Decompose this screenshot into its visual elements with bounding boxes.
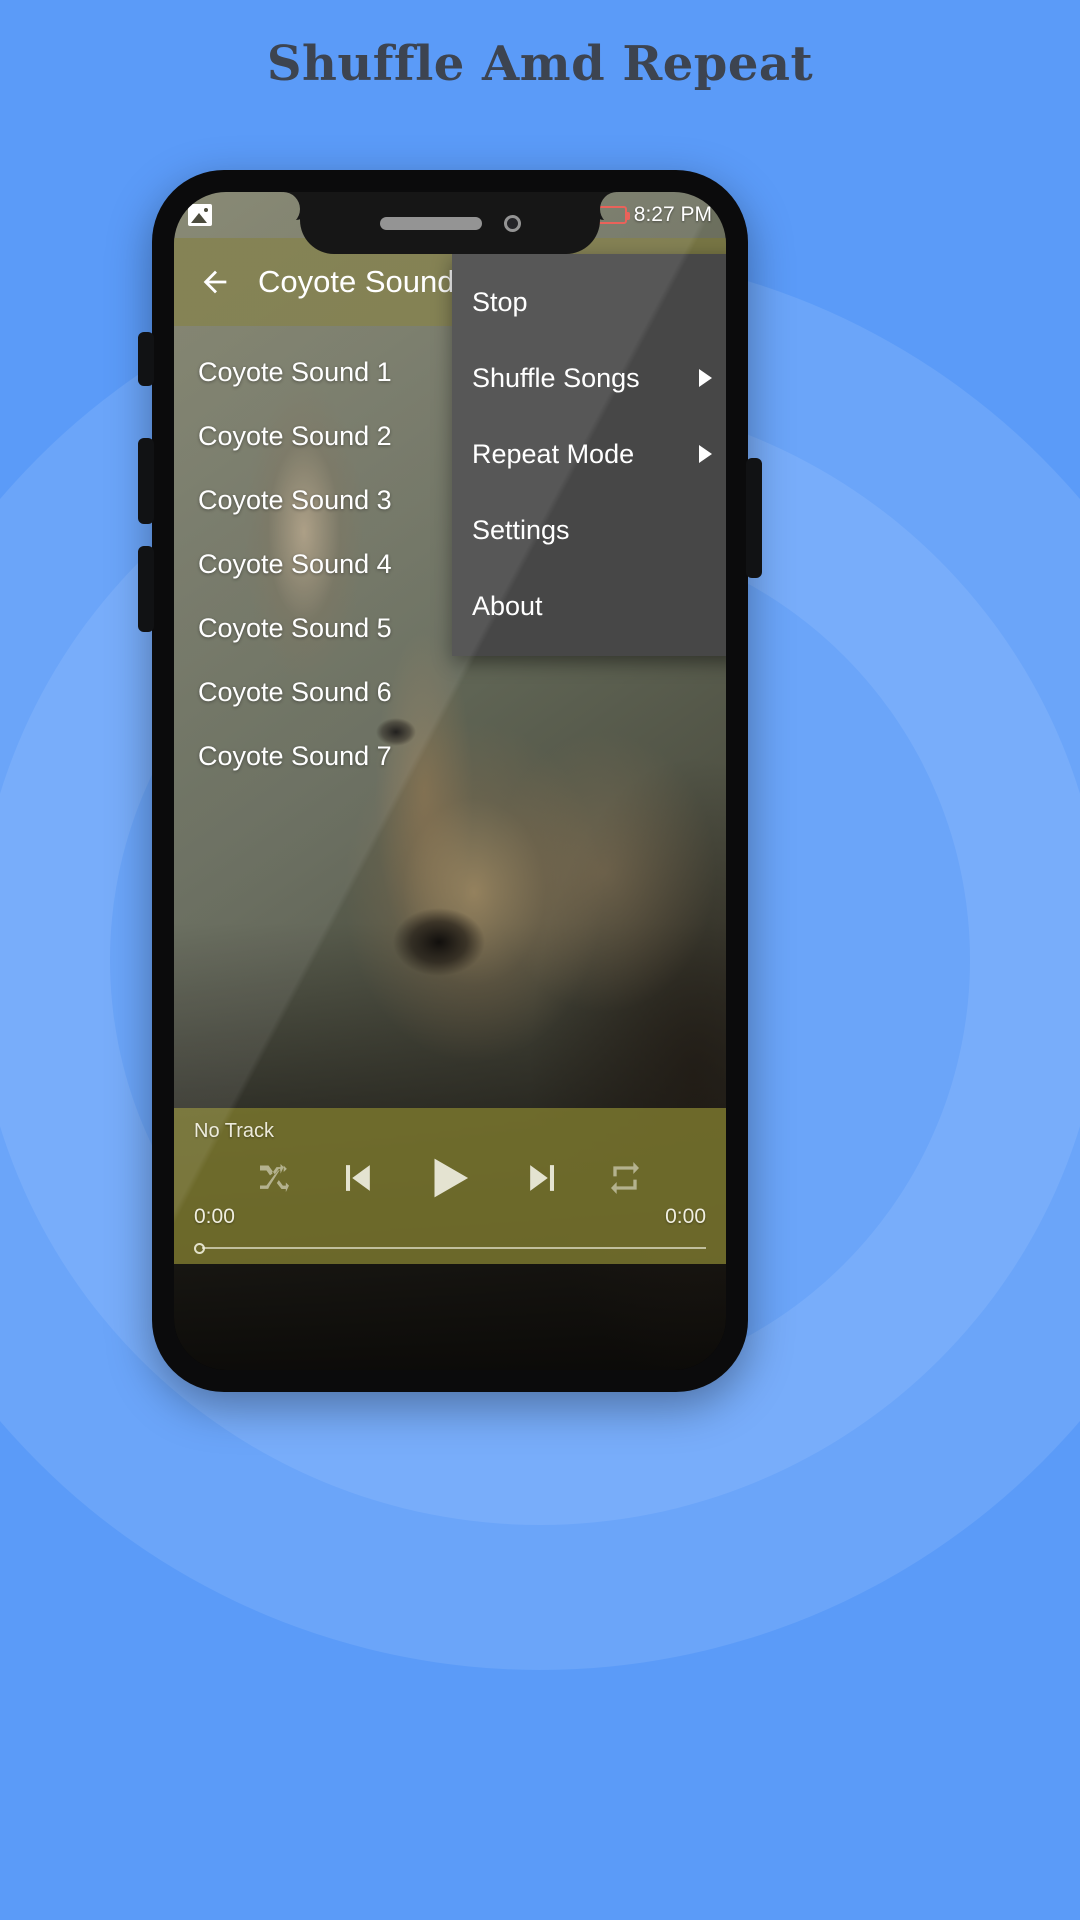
menu-item-repeat-mode[interactable]: Repeat Mode (452, 416, 726, 492)
earpiece-speaker (379, 216, 482, 230)
player-track-title: No Track (194, 1120, 275, 1142)
seek-thumb[interactable] (194, 1243, 205, 1254)
total-time: 0:00 (665, 1205, 706, 1228)
seek-track (202, 1247, 706, 1249)
page-root: Shuffle Amd Repeat Coyote Sound 1 Coyote… (0, 0, 1080, 1920)
list-item[interactable]: Coyote Sound 7 (174, 724, 726, 788)
phone-button-power[interactable] (746, 458, 762, 578)
song-title: Coyote Sound 3 (198, 484, 392, 515)
back-arrow-icon[interactable] (198, 265, 232, 299)
phone-button-volume-up[interactable] (138, 438, 154, 524)
clock-label: 8:27 PM (633, 203, 712, 226)
menu-item-label: Repeat Mode (472, 438, 635, 469)
front-camera-icon (503, 214, 521, 232)
player-bar: No Track 0:00 0:00 (174, 1108, 726, 1264)
chevron-right-icon (699, 445, 712, 463)
status-bar-left (188, 204, 212, 226)
elapsed-time: 0:00 (194, 1205, 235, 1228)
phone-button-volume-down[interactable] (138, 546, 154, 632)
phone-notch (300, 192, 600, 254)
menu-item-shuffle-songs[interactable]: Shuffle Songs (452, 340, 726, 416)
list-item[interactable]: Coyote Sound 6 (174, 660, 726, 724)
seek-slider[interactable] (194, 1243, 706, 1254)
menu-item-label: About (472, 590, 543, 621)
song-title: Coyote Sound 1 (198, 356, 392, 387)
song-title: Coyote Sound 4 (198, 548, 392, 579)
song-title: Coyote Sound 5 (198, 612, 392, 643)
menu-item-label: Shuffle Songs (472, 362, 640, 393)
repeat-icon[interactable] (605, 1158, 645, 1203)
menu-item-stop[interactable]: Stop (452, 264, 726, 340)
previous-icon[interactable] (335, 1156, 379, 1205)
song-title: Coyote Sound 7 (198, 740, 392, 771)
menu-item-settings[interactable]: Settings (452, 492, 726, 568)
song-title: Coyote Sound 6 (198, 676, 392, 707)
menu-item-label: Settings (472, 514, 570, 545)
play-icon[interactable] (419, 1147, 481, 1214)
shuffle-icon[interactable] (255, 1158, 295, 1203)
phone-screen: Coyote Sound 1 Coyote Sound 2 Coyote Sou… (174, 192, 726, 1370)
phone-button-silent[interactable] (138, 332, 154, 386)
app-bar-title: Coyote Sounds (258, 264, 470, 299)
page-title: Shuffle Amd Repeat (266, 36, 814, 92)
chevron-right-icon (699, 369, 712, 387)
phone-device-frame: Coyote Sound 1 Coyote Sound 2 Coyote Sou… (138, 170, 762, 1392)
menu-item-label: Stop (472, 286, 528, 317)
player-controls (194, 1149, 706, 1211)
photo-icon (188, 204, 212, 226)
overflow-menu: Stop Shuffle Songs Repeat Mode Settings … (452, 254, 726, 656)
song-title: Coyote Sound 2 (198, 420, 392, 451)
menu-item-about[interactable]: About (452, 568, 726, 644)
next-icon[interactable] (521, 1156, 565, 1205)
